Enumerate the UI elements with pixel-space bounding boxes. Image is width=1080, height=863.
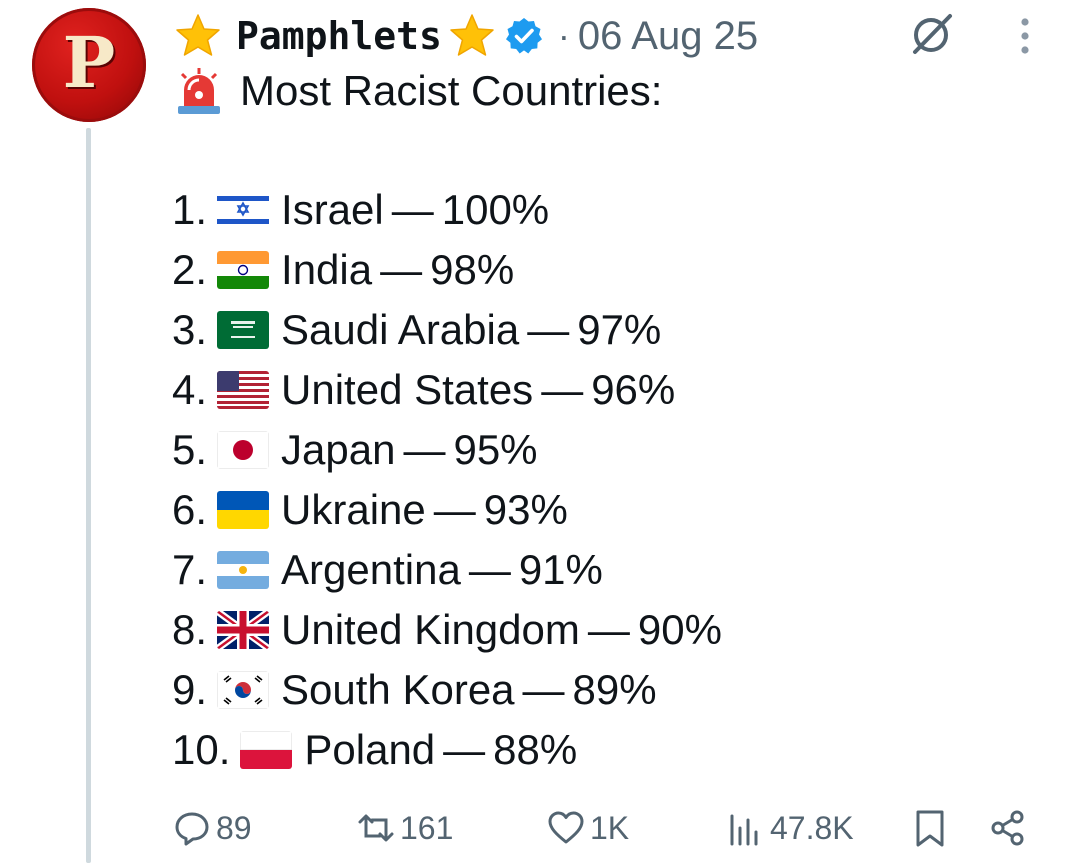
list-item: 9. South Korea — 89% xyxy=(172,660,722,720)
country-list: 1. Israel — 100% 2. India — 98% 3. Saudi… xyxy=(172,180,722,780)
list-rank: 5. xyxy=(172,426,208,473)
bookmark-button[interactable] xyxy=(910,800,954,856)
ukraine-flag-icon xyxy=(217,491,270,529)
list-dash: — xyxy=(541,366,584,413)
list-country: Saudi Arabia xyxy=(281,306,520,353)
bookmark-icon xyxy=(916,810,944,847)
list-rank: 4. xyxy=(172,366,208,413)
list-dash: — xyxy=(587,606,630,653)
repost-button[interactable]: 161 xyxy=(356,800,453,856)
views-button[interactable]: 47.8K xyxy=(726,800,854,856)
post-header: Pamphlets · 06 Aug 25 xyxy=(174,8,758,64)
south-korea-flag-icon xyxy=(217,671,270,709)
separator-dot: · xyxy=(557,15,570,56)
list-rank: 6. xyxy=(172,486,208,533)
list-dash: — xyxy=(391,186,434,233)
list-value: 91% xyxy=(518,546,603,593)
list-value: 93% xyxy=(483,486,568,533)
list-dash: — xyxy=(443,726,486,773)
list-dash: — xyxy=(527,306,570,353)
list-country: India xyxy=(281,246,373,293)
post-date[interactable]: 06 Aug 25 xyxy=(578,14,758,59)
india-flag-icon xyxy=(217,251,270,289)
list-country: Japan xyxy=(281,426,396,473)
views-chart-icon xyxy=(730,814,758,846)
israel-flag-icon xyxy=(217,191,270,229)
thread-line xyxy=(86,128,91,863)
list-value: 88% xyxy=(493,726,578,773)
reply-icon xyxy=(175,812,209,846)
list-country: United States xyxy=(281,366,534,413)
list-rank: 3. xyxy=(172,306,208,353)
list-item: 2. India — 98% xyxy=(172,240,722,300)
list-rank: 9. xyxy=(172,666,208,713)
reply-button[interactable]: 89 xyxy=(172,800,252,856)
action-bar: 89 161 1K 47.8K xyxy=(0,800,1080,856)
more-options-icon[interactable] xyxy=(1018,16,1032,56)
argentina-flag-icon xyxy=(217,551,270,589)
star-icon xyxy=(450,14,494,56)
saudi-arabia-flag-icon xyxy=(217,311,270,349)
list-country: Ukraine xyxy=(281,486,426,533)
list-item: 8. United Kingdom — 90% xyxy=(172,600,722,660)
repost-count: 161 xyxy=(400,809,454,846)
verified-badge-icon[interactable] xyxy=(504,16,544,56)
siren-icon xyxy=(178,68,220,114)
list-value: 90% xyxy=(637,606,722,653)
avatar-letter: P xyxy=(62,21,116,104)
list-item: 3. Saudi Arabia — 97% xyxy=(172,300,722,360)
grok-icon[interactable] xyxy=(906,8,958,60)
list-value: 89% xyxy=(572,666,657,713)
list-value: 97% xyxy=(577,306,662,353)
like-count: 1K xyxy=(590,809,630,846)
list-dash: — xyxy=(468,546,511,593)
poland-flag-icon xyxy=(240,731,293,769)
author-name[interactable]: Pamphlets xyxy=(236,14,442,58)
list-item: 10. Poland — 88% xyxy=(172,720,722,780)
repost-icon xyxy=(358,814,394,842)
share-icon xyxy=(991,810,1024,846)
list-rank: 8. xyxy=(172,606,208,653)
japan-flag-icon xyxy=(217,431,270,469)
list-country: South Korea xyxy=(281,666,515,713)
avatar[interactable]: P xyxy=(32,8,146,122)
reply-count: 89 xyxy=(216,809,252,846)
list-dash: — xyxy=(522,666,565,713)
list-country: Argentina xyxy=(281,546,461,593)
list-country: United Kingdom xyxy=(281,606,580,653)
list-rank: 1. xyxy=(172,186,208,233)
list-value: 98% xyxy=(430,246,515,293)
list-item: 4. United States — 96% xyxy=(172,360,722,420)
list-country: Poland xyxy=(304,726,436,773)
like-button[interactable]: 1K xyxy=(546,800,629,856)
list-rank: 10. xyxy=(172,726,231,773)
list-value: 96% xyxy=(591,366,676,413)
list-rank: 2. xyxy=(172,246,208,293)
list-item: 7. Argentina — 91% xyxy=(172,540,722,600)
post-title-line: Most Racist Countries: xyxy=(174,66,662,116)
united-kingdom-flag-icon xyxy=(217,611,270,649)
list-item: 6. Ukraine — 93% xyxy=(172,480,722,540)
star-icon xyxy=(176,14,220,56)
list-country: Israel xyxy=(281,186,384,233)
list-dash: — xyxy=(433,486,476,533)
united-states-flag-icon xyxy=(217,371,270,409)
list-rank: 7. xyxy=(172,546,208,593)
list-item: 1. Israel — 100% xyxy=(172,180,722,240)
heart-icon xyxy=(548,811,584,844)
share-button[interactable] xyxy=(988,800,1032,856)
list-dash: — xyxy=(403,426,446,473)
list-item: 5. Japan — 95% xyxy=(172,420,722,480)
views-count: 47.8K xyxy=(770,809,854,846)
list-value: 95% xyxy=(453,426,538,473)
list-dash: — xyxy=(380,246,423,293)
list-value: 100% xyxy=(441,186,550,233)
post-title: Most Racist Countries: xyxy=(240,67,663,114)
